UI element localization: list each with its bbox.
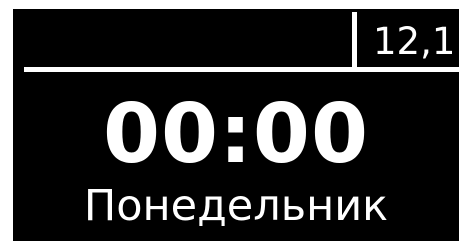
- header-divider: [352, 12, 357, 70]
- value-readout: 12,1: [373, 20, 456, 63]
- time-display: 00:00: [102, 87, 369, 182]
- header-line: [24, 67, 459, 72]
- day-label: Понедельник: [83, 181, 389, 231]
- display-screen: 12,1 00:00 Понедельник: [13, 9, 459, 241]
